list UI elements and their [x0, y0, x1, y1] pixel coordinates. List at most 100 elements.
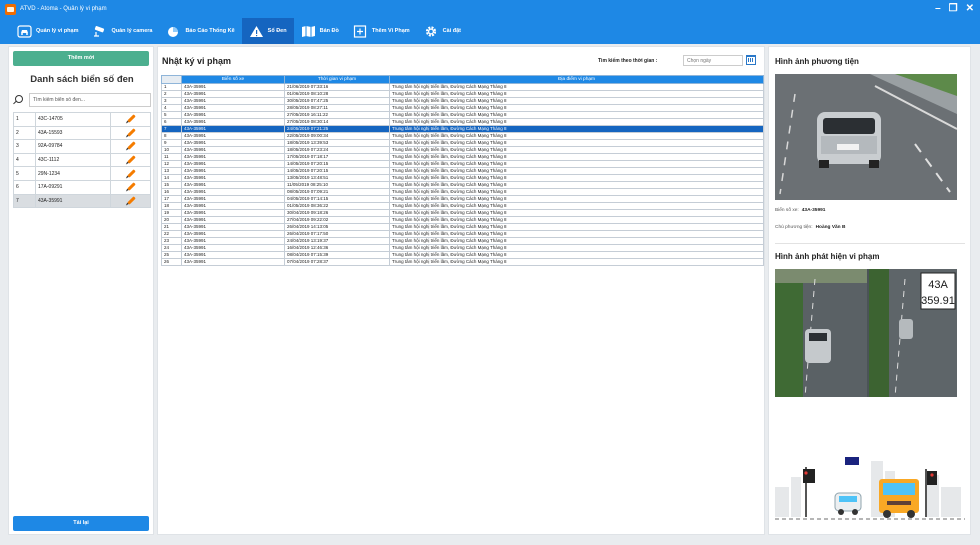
row-location: Trung tâm hội nghị triển lãm, Đường Cách…: [389, 90, 764, 98]
edit-plate-button[interactable]: [110, 112, 151, 127]
table-row[interactable]: 2 43A-35991 01/06/2019 08:10:28 Trung tâm h…: [161, 90, 764, 98]
blacklist-title: Danh sách biển số đen: [30, 74, 134, 85]
row-index: 8: [161, 132, 182, 140]
nav-cameras[interactable]: Quản lý camera: [85, 18, 159, 44]
plate-number: 92A-09784: [35, 139, 111, 154]
date-picker-input[interactable]: [683, 55, 743, 66]
table-row[interactable]: 22 43A-35991 26/04/2019 07:17:50 Trung tâm …: [161, 230, 764, 238]
column-header[interactable]: Địa điểm vi phạm: [389, 75, 764, 84]
plate-index: 2: [13, 125, 36, 141]
nav-settings[interactable]: Cài đặt: [417, 18, 468, 44]
edit-plate-button[interactable]: [110, 139, 151, 154]
table-row[interactable]: 19 43A-35991 30/04/2019 09:18:26 Trung tâm …: [161, 209, 764, 217]
table-row[interactable]: 7 43A-35991 24/05/2019 07:21:25 Trung tâm h…: [161, 125, 764, 133]
table-row[interactable]: 16 43A-35991 08/05/2019 07:09:21 Trung tâm …: [161, 188, 764, 196]
vehicle-image-title: Hình ảnh phương tiện: [775, 57, 859, 66]
row-index: 13: [161, 167, 182, 175]
table-row[interactable]: 5 43A-35991 27/05/2019 16:11:22 Trung tâm h…: [161, 111, 764, 119]
table-row[interactable]: 10 43A-35991 18/05/2019 07:23:24 Trung tâm …: [161, 146, 764, 154]
row-time: 08/04/2019 07:15:39: [284, 251, 390, 259]
nav-settings-label: Cài đặt: [442, 28, 462, 34]
table-row[interactable]: 3 43A-35991 30/05/2019 07:47:25 Trung tâm h…: [161, 97, 764, 105]
row-time: 26/04/2019 14:13:05: [284, 223, 390, 231]
row-time: 16/04/2019 12:46:36: [284, 244, 390, 252]
plate-info: Biển số xe: 43A-35991: [775, 208, 825, 213]
plate-list-item[interactable]: 6 17A-09291: [13, 179, 151, 195]
plate-list-item[interactable]: 1 43C-14705: [13, 112, 151, 127]
plate-list-item[interactable]: 4 43C-1112: [13, 152, 151, 168]
row-index: 14: [161, 174, 182, 182]
nav-reports[interactable]: Báo Cáo Thống Kê: [159, 18, 241, 44]
row-location: Trung tâm hội nghị triển lãm, Đường Cách…: [389, 174, 764, 182]
table-row[interactable]: 12 43A-35991 14/05/2019 07:20:15 Trung tâm …: [161, 160, 764, 168]
nav-blacklist[interactable]: Sổ Đen: [241, 18, 294, 44]
nav-blacklist-label: Sổ Đen: [267, 28, 287, 34]
row-plate: 43A-35991: [181, 188, 285, 196]
plate-list-item[interactable]: 7 43A-35991: [13, 193, 151, 209]
nav-map-label: Bản Đồ: [319, 28, 339, 34]
row-time: 14/05/2019 07:20:15: [284, 167, 390, 175]
edit-plate-button[interactable]: [110, 152, 151, 168]
title-bar: ATVD - Atoma - Quản lý vi phạm – ❐ ✕: [0, 0, 980, 18]
plate-search-input[interactable]: [29, 93, 151, 107]
table-row[interactable]: 17 43A-35991 04/05/2019 07:14:15 Trung tâm …: [161, 195, 764, 203]
nav-vehicles[interactable]: Quản lý vi phạm: [10, 18, 85, 44]
row-index: 18: [161, 202, 182, 210]
plate-crop-line2: 359.91: [921, 295, 955, 307]
window-controls: – ❐ ✕: [935, 2, 974, 16]
table-row[interactable]: 14 43A-35991 13/05/2019 13:48:51 Trung tâm …: [161, 174, 764, 182]
row-location: Trung tâm hội nghị triển lãm, Đường Cách…: [389, 251, 764, 259]
pencil-icon: [127, 141, 136, 151]
table-row[interactable]: 6 43A-35991 27/05/2019 08:30:14 Trung tâm h…: [161, 118, 764, 126]
plate-list-item[interactable]: 2 43A-15593: [13, 125, 151, 141]
maximize-button[interactable]: ❐: [949, 2, 958, 16]
row-location: Trung tâm hội nghị triển lãm, Đường Cách…: [389, 83, 764, 91]
owner-info: Chủ phương tiện: Hoàng Văn B: [775, 225, 845, 230]
plate-list-item[interactable]: 5 29N-1234: [13, 166, 151, 181]
row-time: 24/05/2019 07:21:25: [284, 125, 390, 133]
plate-info-value: 43A-35991: [801, 208, 826, 213]
table-row[interactable]: 1 43A-35991 21/06/2019 07:33:16 Trung tâm h…: [161, 83, 764, 91]
nav-map[interactable]: Bản Đồ: [294, 18, 346, 44]
close-button[interactable]: ✕: [966, 2, 974, 16]
column-header[interactable]: Thời gian vi phạm: [284, 75, 390, 84]
row-plate: 43A-35991: [181, 97, 285, 105]
table-row[interactable]: 8 43A-35991 22/05/2019 09:00:34 Trung tâm h…: [161, 132, 764, 140]
nav-vehicles-label: Quản lý vi phạm: [36, 28, 79, 34]
row-index: 23: [161, 237, 182, 245]
edit-plate-button[interactable]: [110, 166, 151, 181]
table-row[interactable]: 11 43A-35991 17/05/2019 07:18:17 Trung tâm …: [161, 153, 764, 161]
main-nav: Quản lý vi phạm Quản lý camera Báo Cáo T…: [0, 18, 980, 44]
table-row[interactable]: 9 43A-35991 18/05/2019 13:39:53 Trung tâm h…: [161, 139, 764, 147]
warning-icon: [249, 25, 263, 37]
row-location: Trung tâm hội nghị triển lãm, Đường Cách…: [389, 111, 764, 119]
row-index: 10: [161, 146, 182, 154]
plate-list-item[interactable]: 3 92A-09784: [13, 139, 151, 154]
reload-button[interactable]: Tải lại: [13, 516, 149, 531]
column-header[interactable]: Biển số xe: [181, 75, 285, 84]
calendar-icon[interactable]: [746, 55, 756, 65]
table-row[interactable]: 18 43A-35991 01/05/2019 08:36:22 Trung tâm …: [161, 202, 764, 210]
row-plate: 43A-35991: [181, 83, 285, 91]
edit-plate-button[interactable]: [110, 125, 151, 141]
edit-plate-button[interactable]: [110, 193, 151, 209]
table-row[interactable]: 4 43A-35991 28/05/2019 08:27:11 Trung tâm h…: [161, 104, 764, 112]
table-row[interactable]: 20 43A-35991 27/04/2019 09:22:02 Trung tâm …: [161, 216, 764, 224]
table-row[interactable]: 25 43A-35991 08/04/2019 07:15:39 Trung tâm …: [161, 251, 764, 259]
table-row[interactable]: 23 43A-35991 24/04/2019 13:19:37 Trung tâm …: [161, 237, 764, 245]
add-plate-button[interactable]: Thêm mới: [13, 51, 149, 66]
table-row[interactable]: 26 43A-35991 07/04/2019 07:28:37 Trung tâm …: [161, 258, 764, 266]
row-plate: 43A-35991: [181, 104, 285, 112]
table-row[interactable]: 24 43A-35991 16/04/2019 12:46:36 Trung tâm …: [161, 244, 764, 252]
row-plate: 43A-35991: [181, 174, 285, 182]
table-row[interactable]: 15 43A-35991 11/05/2019 08:25:10 Trung tâm …: [161, 181, 764, 189]
table-row[interactable]: 21 43A-35991 26/04/2019 14:13:05 Trung tâm …: [161, 223, 764, 231]
minimize-button[interactable]: –: [935, 2, 941, 16]
edit-plate-button[interactable]: [110, 179, 151, 195]
table-row[interactable]: 13 43A-35991 14/05/2019 07:20:15 Trung tâm …: [161, 167, 764, 175]
row-index: 12: [161, 160, 182, 168]
row-time: 28/05/2019 08:27:11: [284, 104, 390, 112]
nav-add-violation[interactable]: Thêm Vi Phạm: [346, 18, 417, 44]
row-plate: 43A-35991: [181, 153, 285, 161]
violation-log-table: Biển số xe Thời gian vi phạm Địa điểm vi…: [161, 75, 764, 266]
